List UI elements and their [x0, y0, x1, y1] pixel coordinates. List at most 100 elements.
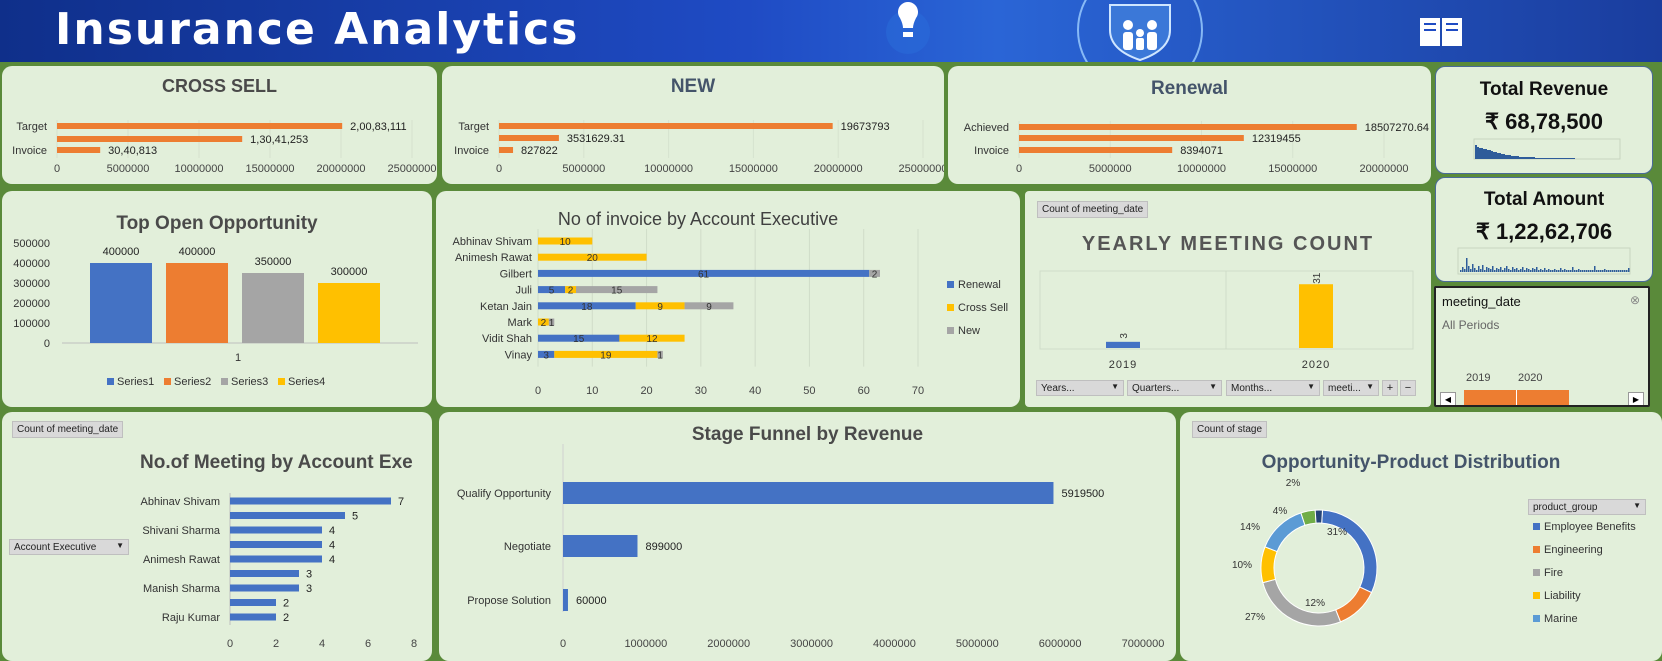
new-tick-label: 20000000 [814, 163, 863, 175]
new-bar [499, 147, 514, 153]
sparkline-bar [1528, 269, 1530, 272]
dropdown-arrow-icon: ▼ [1111, 382, 1119, 391]
cross-sell-tick-label: 15000000 [246, 163, 295, 175]
quarters-filter[interactable]: Quarters... ▼ [1127, 380, 1222, 396]
invoice-exec-legend-swatch [947, 281, 954, 288]
invoice-exec-tick-label: 40 [749, 385, 761, 397]
new-bar [499, 123, 833, 129]
sparkline-bar [1560, 268, 1562, 272]
expand-button[interactable]: + [1382, 380, 1398, 396]
sparkline-bar [1474, 268, 1476, 272]
yearly-meeting-category-label: 2019 [1109, 359, 1137, 371]
meeting-exec-data-label: 5 [352, 511, 358, 523]
sparkline-bar [1588, 270, 1590, 272]
sparkline-bar [1530, 270, 1532, 272]
collapse-button[interactable]: − [1400, 380, 1416, 396]
invoice-exec-data-label: 12 [646, 334, 658, 345]
renewal-tick-label: 10000000 [1177, 163, 1226, 175]
sparkline-bar [1610, 270, 1612, 272]
donut-data-label: 31% [1327, 527, 1347, 538]
top-open-legend-swatch [221, 378, 228, 385]
cross-sell-bar [57, 147, 101, 153]
timeline-year-2020: 2020 [1518, 372, 1543, 384]
invoice-exec-data-label: 1 [657, 350, 663, 361]
invoice-exec-data-label: 2 [541, 318, 547, 329]
sparkline-bar [1590, 270, 1592, 272]
invoice-exec-tick-label: 20 [640, 385, 652, 397]
new-panel: NEW 0 5000000 10000000 15000000 20000000 2500… [442, 66, 944, 184]
top-open-data-label: 400000 [103, 246, 140, 258]
invoice-exec-category-label: Mark [508, 317, 533, 329]
sparkline-bar [1480, 269, 1482, 272]
meeting-exec-data-label: 3 [306, 569, 312, 581]
sparkline-bar [1565, 158, 1567, 159]
sparkline-bar [1622, 270, 1624, 272]
meeting-exec-category-label: Shivani Sharma [142, 525, 221, 537]
timeline-year-2019: 2019 [1466, 372, 1491, 384]
meeting-exec-bar [230, 541, 322, 548]
meeting-exec-tick-label: 0 [227, 638, 233, 650]
donut-legend-swatch [1533, 615, 1540, 622]
meeting-exec-chart: 0 2 4 6 8 7 Abhinav Shivam 5 4 Shivani Sharma 4 4 An… [141, 493, 417, 650]
invoice-exec-tick-label: 60 [858, 385, 870, 397]
top-open-legend-label: Series1 [117, 376, 154, 388]
meeting-exec-category-label: Abhinav Shivam [141, 496, 221, 508]
yearly-meeting-panel: Count of meeting_date YEARLY MEETING COU… [1025, 191, 1431, 407]
meeting-exec-bar [230, 599, 276, 606]
new-category-label: Invoice [454, 145, 489, 157]
meeting-filter[interactable]: meeti... ▼ [1323, 380, 1379, 396]
sparkline-bar [1501, 154, 1503, 159]
donut-slice [1264, 512, 1306, 553]
sparkline-bar [1496, 268, 1498, 272]
top-open-bar [90, 263, 152, 343]
stage-funnel-bar [563, 482, 1054, 504]
sparkline-bar [1618, 270, 1620, 272]
sparkline-bar [1576, 270, 1578, 272]
sparkline-bar [1556, 270, 1558, 272]
renewal-tick-label: 0 [1016, 163, 1022, 175]
invoice-exec-category-label: Vinay [505, 349, 533, 361]
stage-funnel-data-label: 60000 [576, 595, 607, 607]
sparkline-bar [1532, 268, 1534, 272]
sparkline-bar [1493, 152, 1495, 159]
stage-funnel-tick-label: 3000000 [790, 638, 833, 650]
sparkline-bar [1542, 270, 1544, 272]
sparkline-bar [1483, 149, 1485, 159]
sparkline-bar [1580, 270, 1582, 272]
sparkline-bar [1592, 270, 1594, 272]
new-tick-label: 25000000 [899, 163, 944, 175]
sparkline-bar [1487, 150, 1489, 159]
timeline-scroll-left[interactable]: ◀ [1440, 392, 1456, 405]
timeline-scroll-right[interactable]: ▶ [1628, 392, 1644, 405]
sparkline-bar [1544, 268, 1546, 272]
stage-funnel-category-label: Negotiate [504, 541, 551, 553]
invoice-exec-legend-label: Cross Sell [958, 302, 1008, 314]
sparkline-bar [1534, 269, 1536, 272]
sparkline-bar [1562, 270, 1564, 272]
sparkline-bar [1604, 269, 1606, 272]
donut-data-label: 27% [1245, 612, 1265, 623]
sparkline-bar [1479, 148, 1481, 159]
sparkline-bar [1519, 157, 1521, 159]
sparkline-bar [1616, 270, 1618, 272]
sparkline-bar [1628, 268, 1630, 272]
renewal-data-label: 12319455 [1252, 133, 1301, 145]
invoice-exec-data-label: 19 [600, 350, 612, 361]
sparkline-bar [1571, 158, 1573, 159]
donut-data-label: 12% [1305, 598, 1325, 609]
sparkline-bar [1550, 270, 1552, 272]
invoice-exec-data-label: 9 [657, 302, 663, 313]
invoice-exec-legend-swatch [947, 327, 954, 334]
months-filter[interactable]: Months... ▼ [1226, 380, 1320, 396]
donut-legend-label: Marine [1544, 613, 1578, 625]
meeting-exec-bar [230, 584, 299, 592]
years-filter[interactable]: Years... ▼ [1036, 380, 1124, 396]
clear-filter-icon[interactable]: ⊗ [1630, 293, 1640, 307]
yearly-meeting-bar [1106, 341, 1140, 348]
renewal-tick-label: 15000000 [1268, 163, 1317, 175]
sparkline-bar [1498, 269, 1500, 272]
top-open-category-label: 1 [235, 352, 241, 364]
sparkline-bar [1568, 270, 1570, 272]
top-open-tick-label: 500000 [13, 238, 50, 250]
sparkline-bar [1495, 152, 1497, 159]
